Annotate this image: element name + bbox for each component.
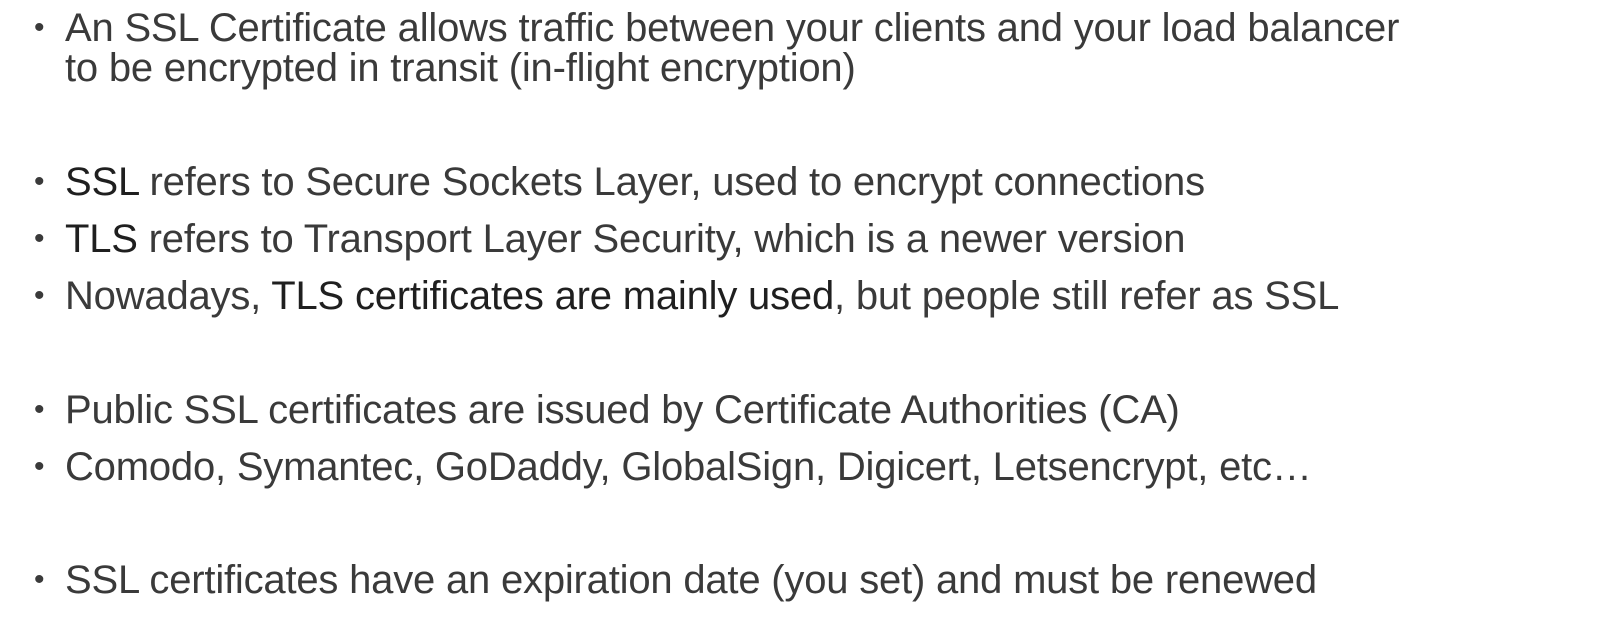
- bullet-text: TLS refers to Transport Layer Security, …: [65, 219, 1185, 259]
- bullet-dot: •: [34, 279, 45, 312]
- bullet-line-2: to be encrypted in transit (in-flight en…: [65, 46, 856, 90]
- bullet-pre: Nowadays,: [65, 274, 272, 318]
- bullet-text: Nowadays, TLS certificates are mainly us…: [65, 276, 1339, 316]
- bullet-post: , but people still refer as SSL: [834, 274, 1340, 318]
- bullet-line-1: An SSL Certificate allows traffic betwee…: [65, 6, 1400, 50]
- slide: • An SSL Certificate allows traffic betw…: [0, 0, 1613, 643]
- bullet-dot: •: [34, 165, 45, 198]
- emphasis-tls: TLS: [65, 217, 138, 261]
- bullet-dot: •: [34, 393, 45, 426]
- bullet-rest: refers to Secure Sockets Layer, used to …: [138, 160, 1205, 204]
- bullet-text: SSL certificates have an expiration date…: [65, 558, 1317, 602]
- bullet-dot: •: [34, 222, 45, 255]
- emphasis-tls-mainly-used: TLS certificates are mainly used: [271, 274, 834, 318]
- bullet-text: SSL refers to Secure Sockets Layer, used…: [65, 162, 1205, 202]
- emphasis-ssl: SSL: [65, 160, 139, 204]
- bullet-rest: refers to Transport Layer Security, whic…: [137, 217, 1186, 261]
- bullet-text: An SSL Certificate allows traffic betwee…: [65, 8, 1399, 88]
- bullet-text: Comodo, Symantec, GoDaddy, GlobalSign, D…: [65, 445, 1312, 489]
- bullet-dot: •: [34, 563, 45, 596]
- bullet-dot: •: [34, 11, 45, 44]
- bullet-dot: •: [34, 450, 45, 483]
- bullet-text: Public SSL certificates are issued by Ce…: [65, 388, 1180, 432]
